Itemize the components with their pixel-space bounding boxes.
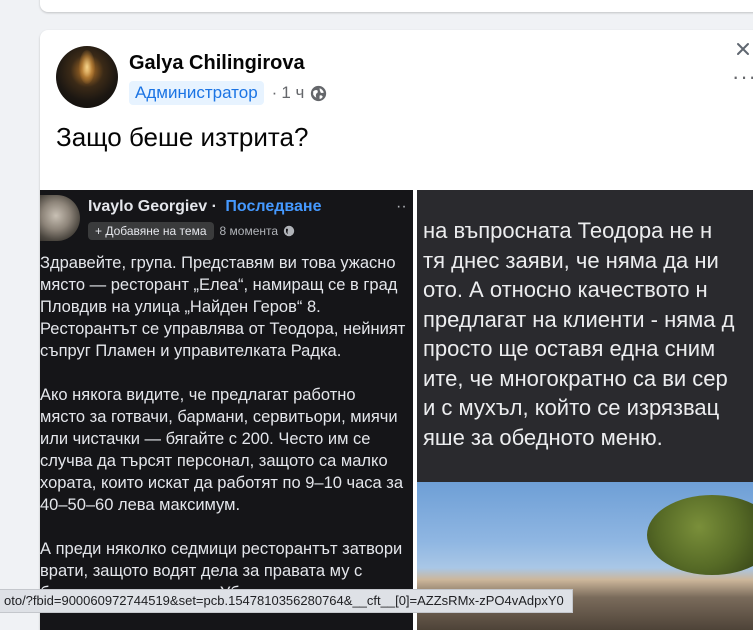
post-card: Galya Chilingirova Администратор · 1 ч ·… <box>40 30 753 630</box>
screenshot-right-text: на въпросната Теодора не н тя днес заяви… <box>423 216 734 452</box>
screenshot-avatar <box>40 195 80 241</box>
screenshot-right-line: ите, че многократно са ви сер <box>423 365 728 391</box>
screenshot-right-line: предлагат на клиенти - няма д <box>423 306 735 332</box>
post-meta: Администратор · 1 ч <box>129 80 327 106</box>
screenshot-right-line: ото. А относно качеството н <box>423 277 708 302</box>
more-options-icon[interactable]: ··· <box>732 64 753 90</box>
close-icon[interactable] <box>736 42 750 56</box>
screenshot-body-text: Здравейте, група. Представям ви това ужа… <box>40 252 413 604</box>
screenshot-text-line: Ресторантът се управлява от Теодора, ней… <box>40 320 406 338</box>
screenshot-author: Ivaylo Georgiev · Последване <box>88 198 321 216</box>
screenshot-text-line: Пловдив на улица „Найден Геров“ 8. <box>40 298 321 316</box>
screenshot-text-line: хората, които искат да работят по 9–10 ч… <box>40 474 404 492</box>
screenshot-text-line: А преди няколко седмици ресторантът затв… <box>40 540 403 558</box>
screenshot-text-line: място — ресторант „Елеа“, намиращ се в г… <box>40 276 398 294</box>
photo-screenshot-left[interactable]: Ivaylo Georgiev · Последване ·· + Добавя… <box>40 190 413 630</box>
screenshot-text-line: Ако някога видите, че предлагат работно <box>40 386 356 404</box>
post-timestamp[interactable]: 1 ч <box>281 83 304 103</box>
screenshot-right-line: яше за обедното меню. <box>423 424 663 450</box>
screenshot-text-line: или чистачки — бягайте с 200. Често им с… <box>40 430 371 448</box>
screenshot-separator: · <box>211 198 217 215</box>
screenshot-meta: + Добавяне на тема 8 момента <box>88 222 295 240</box>
author-avatar[interactable] <box>56 46 118 108</box>
screenshot-add-topic: + Добавяне на тема <box>88 222 214 240</box>
previous-post-card <box>40 0 753 12</box>
admin-badge[interactable]: Администратор <box>129 81 264 105</box>
post-text: Защо беше изтрита? <box>56 122 309 152</box>
screenshot-right-line: просто ще оставя една сним <box>423 336 716 361</box>
screenshot-text-line: съпруг Пламен и управителката Радка. <box>40 342 342 360</box>
screenshot-text-line: случва да търсят персонал, защото са мал… <box>40 452 388 470</box>
screenshot-text-line: врати, защото водят дела за правата му с <box>40 562 363 580</box>
post-photo-grid: Ivaylo Georgiev · Последване ·· + Добавя… <box>40 190 753 630</box>
screenshot-right-line: на въпросната Теодора не н <box>423 218 713 243</box>
browser-status-url: oto/?fbid=900060972744519&set=pcb.154781… <box>0 589 573 613</box>
screenshot-time: 8 момента <box>219 224 279 238</box>
screenshot-more-icon: ·· <box>396 198 407 215</box>
screenshot-right-line: и с мухъл, който се изрязвац <box>423 395 720 420</box>
globe-icon <box>311 85 327 101</box>
author-name[interactable]: Galya Chilingirova <box>129 52 305 75</box>
screenshot-text-line: Здравейте, група. Представям ви това ужа… <box>40 254 396 272</box>
screenshot-text-line: място за готвачи, бармани, сервитьори, м… <box>40 408 398 426</box>
screenshot-author-name: Ivaylo Georgiev <box>88 198 208 215</box>
screenshot-globe-icon <box>283 225 295 237</box>
photo-screenshot-right[interactable]: на въпросната Теодора не н тя днес заяви… <box>417 190 753 630</box>
screenshot-right-line: тя днес заяви, че няма да ни <box>423 247 719 273</box>
meta-separator: · <box>271 83 278 102</box>
screenshot-follow-label: Последване <box>225 198 322 215</box>
screenshot-text-line: 40–50–60 лева максимум. <box>40 496 241 514</box>
